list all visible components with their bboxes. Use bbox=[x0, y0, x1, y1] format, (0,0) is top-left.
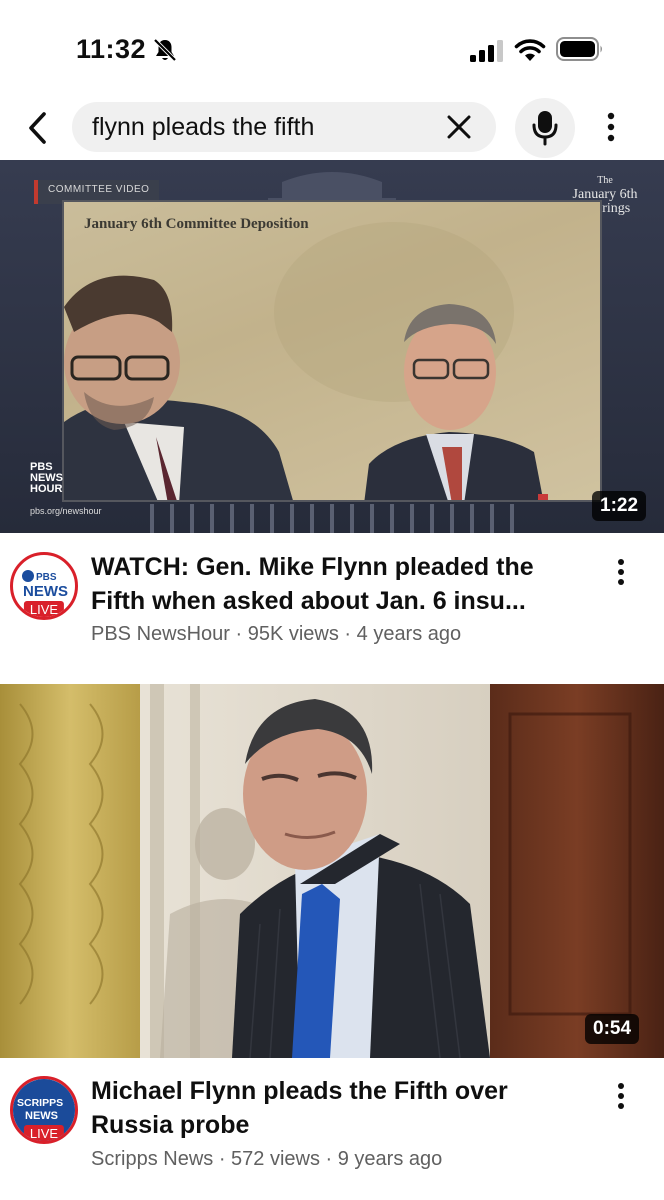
more-vertical-icon bbox=[607, 112, 615, 142]
wifi-icon bbox=[514, 39, 546, 61]
pbs-newshour-logo: PBS NEWS HOUR bbox=[30, 461, 63, 495]
video-info-2[interactable]: SCRIPPS NEWS LIVE Michael Flynn pleads t… bbox=[0, 1064, 664, 1184]
video-info-1[interactable]: PBS NEWS LIVE WATCH: Gen. Mike Flynn ple… bbox=[0, 540, 664, 660]
hearings-logo-the: The bbox=[597, 175, 613, 186]
svg-text:NEWS: NEWS bbox=[25, 1110, 58, 1122]
status-time: 11:32 bbox=[76, 34, 147, 64]
video-thumbnail-2[interactable]: 0:54 bbox=[0, 684, 664, 1058]
deposition-scene bbox=[64, 202, 600, 500]
status-bar: 11:32 bbox=[0, 0, 664, 96]
video-title[interactable]: Michael Flynn pleads the Fifth over Russ… bbox=[91, 1074, 591, 1142]
video-thumbnail-1[interactable]: COMMITTEE VIDEO The January 6th Hearings bbox=[0, 160, 664, 533]
video-title[interactable]: WATCH: Gen. Mike Flynn pleaded the Fifth… bbox=[91, 550, 591, 618]
back-arrow-icon bbox=[29, 112, 46, 144]
search-query-text[interactable]: flynn pleads the fifth bbox=[92, 113, 314, 142]
bell-off-icon bbox=[153, 38, 177, 62]
video-meta: PBS NewsHour · 95K views · 4 years ago bbox=[91, 623, 462, 645]
live-badge: LIVE bbox=[23, 1125, 65, 1141]
video-duration-badge: 0:54 bbox=[585, 1014, 640, 1044]
channel-avatar-pbs[interactable]: PBS NEWS LIVE bbox=[10, 552, 78, 620]
battery-icon bbox=[556, 37, 602, 61]
video-more-button[interactable] bbox=[606, 552, 636, 592]
video-meta: Scripps News · 572 views · 9 years ago bbox=[91, 1148, 443, 1170]
more-vertical-icon bbox=[618, 559, 624, 585]
back-button[interactable] bbox=[18, 106, 58, 150]
pbs-url: pbs.org/newshour bbox=[30, 506, 102, 516]
svg-text:PBS: PBS bbox=[36, 572, 57, 583]
video-more-button[interactable] bbox=[606, 1076, 636, 1116]
thumbnail-photo bbox=[0, 684, 664, 1058]
svg-text:SCRIPPS: SCRIPPS bbox=[17, 1097, 63, 1109]
close-icon bbox=[447, 115, 471, 139]
deposition-title: January 6th Committee Deposition bbox=[84, 216, 309, 232]
more-options-button[interactable] bbox=[596, 108, 626, 146]
more-vertical-icon bbox=[618, 1083, 624, 1109]
video-duration-badge: 1:22 bbox=[592, 491, 647, 521]
voice-search-button[interactable] bbox=[515, 98, 575, 158]
deposition-frame: January 6th Committee Deposition bbox=[62, 200, 602, 502]
signal-icon bbox=[470, 40, 503, 62]
search-input[interactable]: flynn pleads the fifth bbox=[72, 102, 496, 152]
microphone-icon bbox=[532, 111, 558, 146]
live-badge: LIVE bbox=[23, 601, 65, 617]
channel-avatar-scripps[interactable]: SCRIPPS NEWS LIVE bbox=[10, 1076, 78, 1144]
clear-search-button[interactable] bbox=[442, 110, 476, 144]
svg-text:NEWS: NEWS bbox=[23, 583, 68, 600]
